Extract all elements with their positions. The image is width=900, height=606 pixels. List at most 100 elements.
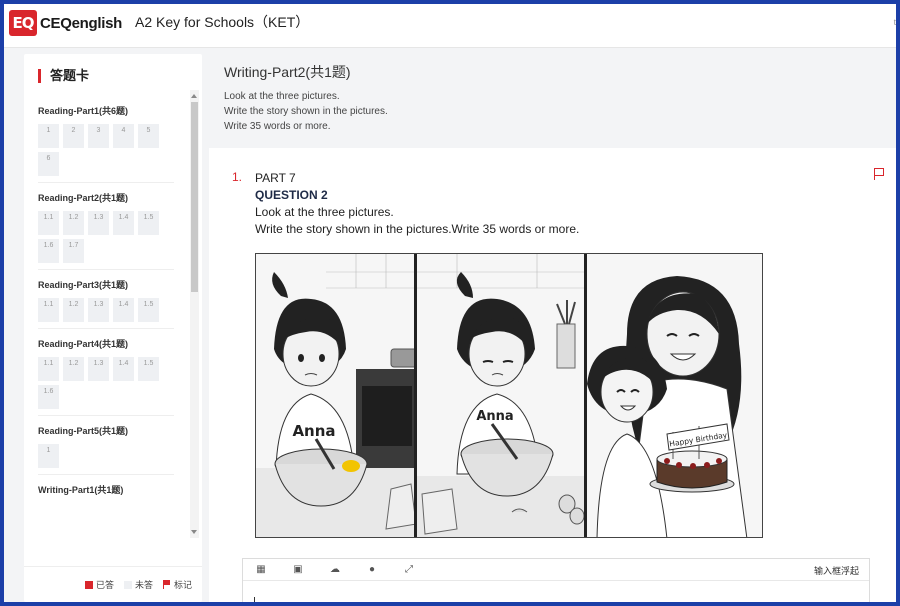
exam-title: A2 Key for Schools（KET） <box>135 14 310 30</box>
question-cell[interactable]: 1.1 <box>38 357 59 381</box>
question-cell[interactable]: 5 <box>138 124 159 148</box>
shirt-name-text: Anna <box>477 409 514 424</box>
legend-unanswered-label: 未答 <box>134 580 153 590</box>
shirt-name-text: Anna <box>292 422 335 440</box>
question-cell[interactable]: 1.3 <box>88 211 109 235</box>
question-cell[interactable]: 1.6 <box>38 385 59 409</box>
logo[interactable]: EQ CEQenglish <box>9 10 122 36</box>
text-caret <box>254 597 255 602</box>
question-cell[interactable]: 1.2 <box>63 357 84 381</box>
question-cell[interactable]: 2 <box>63 124 84 148</box>
mother-and-girl-birthday-cake-illustration: Happy Birthday <box>586 254 762 537</box>
picture-panel-1: Anna <box>256 254 418 537</box>
section-divider <box>38 474 174 475</box>
question-cell[interactable]: 1.3 <box>88 298 109 322</box>
instruction-line: Write 35 words or more. <box>224 121 331 132</box>
scroll-down-arrow-icon[interactable] <box>191 530 197 534</box>
picture-panel-3: Happy Birthday <box>586 254 762 537</box>
float-input-button[interactable]: 输入框浮起 <box>814 564 859 577</box>
sidebar-scrollbar[interactable] <box>190 90 199 538</box>
story-pictures: Anna Anna Happy Birthday <box>255 253 763 538</box>
question-cell[interactable]: 6 <box>38 152 59 176</box>
question-cell[interactable]: 1.2 <box>63 298 84 322</box>
question-cell[interactable]: 1.3 <box>88 357 109 381</box>
mark-flag-icon[interactable] <box>874 168 884 180</box>
question-line: Look at the three pictures. <box>255 205 394 219</box>
question-cell[interactable]: 1 <box>38 444 59 468</box>
question-text: PART 7 QUESTION 2 Look at the three pict… <box>255 170 579 238</box>
logo-text: CEQenglish <box>40 14 123 32</box>
logo-mark: EQ <box>9 10 37 36</box>
image-icon[interactable]: ▣ <box>292 564 304 576</box>
section-heading: Reading-Part1(共6题) <box>38 106 129 116</box>
legend-marked-label: 标记 <box>173 580 192 590</box>
answer-sheet-title: 答题卡 <box>38 69 89 83</box>
instruction-line: Look at the three pictures. <box>224 91 340 102</box>
answer-section: Reading-Part4(共1题) 1.1 1.2 1.3 1.4 1.5 1.6 <box>24 337 202 416</box>
answer-sheet-list: Reading-Part1(共6题) 1 2 3 4 5 6 Reading-Part2(共1… <box>24 96 202 536</box>
legend-answered-label: 已答 <box>95 580 114 590</box>
section-divider <box>38 328 174 329</box>
answer-editor[interactable]: ▦ ▣ ☁ ● ⤢ 输入框浮起 <box>242 558 870 602</box>
instruction-line: Write the story shown in the pictures. <box>224 106 388 117</box>
question-part: PART 7 <box>255 171 296 185</box>
question-cell[interactable]: 1.4 <box>113 357 134 381</box>
section-title: Writing-Part2(共1题) <box>224 64 351 80</box>
question-cell[interactable]: 1.2 <box>63 211 84 235</box>
section-divider <box>38 269 174 270</box>
question-cells: 1.1 1.2 1.3 1.4 1.5 <box>38 298 168 326</box>
question-cells: 1 <box>38 444 168 472</box>
question-cell[interactable]: 1.1 <box>38 211 59 235</box>
question-cell[interactable]: 1.4 <box>113 298 134 322</box>
question-cell[interactable]: 1.5 <box>138 211 159 235</box>
app-frame: EQ CEQenglish A2 Key for Schools（KET） t … <box>4 4 896 602</box>
scroll-thumb[interactable] <box>191 102 198 292</box>
microphone-icon[interactable]: ● <box>366 564 378 576</box>
status-legend: 已答 未答 标记 <box>24 566 202 602</box>
question-number: 1. <box>232 170 243 184</box>
answer-section: Writing-Part1(共1题) <box>24 483 202 497</box>
answer-sheet-sidebar: 答题卡 Reading-Part1(共6题) 1 2 3 4 5 6 Reading-Part… <box>24 54 202 602</box>
question-cell[interactable]: 1 <box>38 124 59 148</box>
question-cell[interactable]: 1.6 <box>38 239 59 263</box>
editor-toolbar: ▦ ▣ ☁ ● ⤢ 输入框浮起 <box>243 559 869 581</box>
girl-mixing-egg-illustration: Anna <box>256 254 415 537</box>
legend-marked: 标记 <box>162 578 192 591</box>
answer-section: Reading-Part2(共1题) 1.1 1.2 1.3 1.4 1.5 1.6 1.7 <box>24 191 202 270</box>
section-heading: Reading-Part4(共1题) <box>38 339 129 349</box>
legend-answered: 已答 <box>84 578 114 591</box>
question-card: 1. PART 7 QUESTION 2 Look at the three p… <box>209 148 896 602</box>
cloud-upload-icon[interactable]: ☁ <box>329 564 341 576</box>
question-cells: 1.1 1.2 1.3 1.4 1.5 1.6 1.7 <box>38 211 168 267</box>
question-cell[interactable]: 1.5 <box>138 357 159 381</box>
table-icon[interactable]: ▦ <box>255 564 267 576</box>
question-cell[interactable]: 1.4 <box>113 211 134 235</box>
question-cells: 12345 6 <box>38 124 168 180</box>
girl-mixing-flour-illustration: Anna <box>417 254 584 537</box>
question-cell[interactable]: 4 <box>113 124 134 148</box>
section-divider <box>38 415 174 416</box>
question-cell[interactable]: 1.7 <box>63 239 84 263</box>
question-label: QUESTION 2 <box>255 188 328 202</box>
question-cells: 1.1 1.2 1.3 1.4 1.5 1.6 <box>38 357 168 413</box>
question-line: Write the story shown in the pictures.Wr… <box>255 222 580 236</box>
answer-section: Reading-Part5(共1题) 1 <box>24 424 202 475</box>
truncated-text: t <box>893 18 896 27</box>
answer-section: Reading-Part1(共6题) 1 2 3 4 5 6 <box>24 104 202 183</box>
question-cell[interactable]: 1.1 <box>38 298 59 322</box>
section-heading: Writing-Part1(共1题) <box>38 485 124 495</box>
fullscreen-icon[interactable]: ⤢ <box>403 564 415 576</box>
question-cell[interactable]: 1.5 <box>138 298 159 322</box>
unanswered-swatch <box>123 580 132 589</box>
section-heading: Reading-Part5(共1题) <box>38 426 129 436</box>
answered-swatch <box>84 580 93 589</box>
top-bar: EQ CEQenglish A2 Key for Schools（KET） t <box>4 4 896 48</box>
picture-panel-2: Anna <box>417 254 587 537</box>
answer-section: Reading-Part3(共1题) 1.1 1.2 1.3 1.4 1.5 <box>24 278 202 329</box>
question-area: Writing-Part2(共1题) Look at the three pic… <box>209 48 896 602</box>
flag-icon <box>162 580 171 589</box>
scroll-up-arrow-icon[interactable] <box>191 94 197 98</box>
question-cell[interactable]: 3 <box>88 124 109 148</box>
section-heading: Reading-Part3(共1题) <box>38 280 129 290</box>
legend-unanswered: 未答 <box>123 578 153 591</box>
